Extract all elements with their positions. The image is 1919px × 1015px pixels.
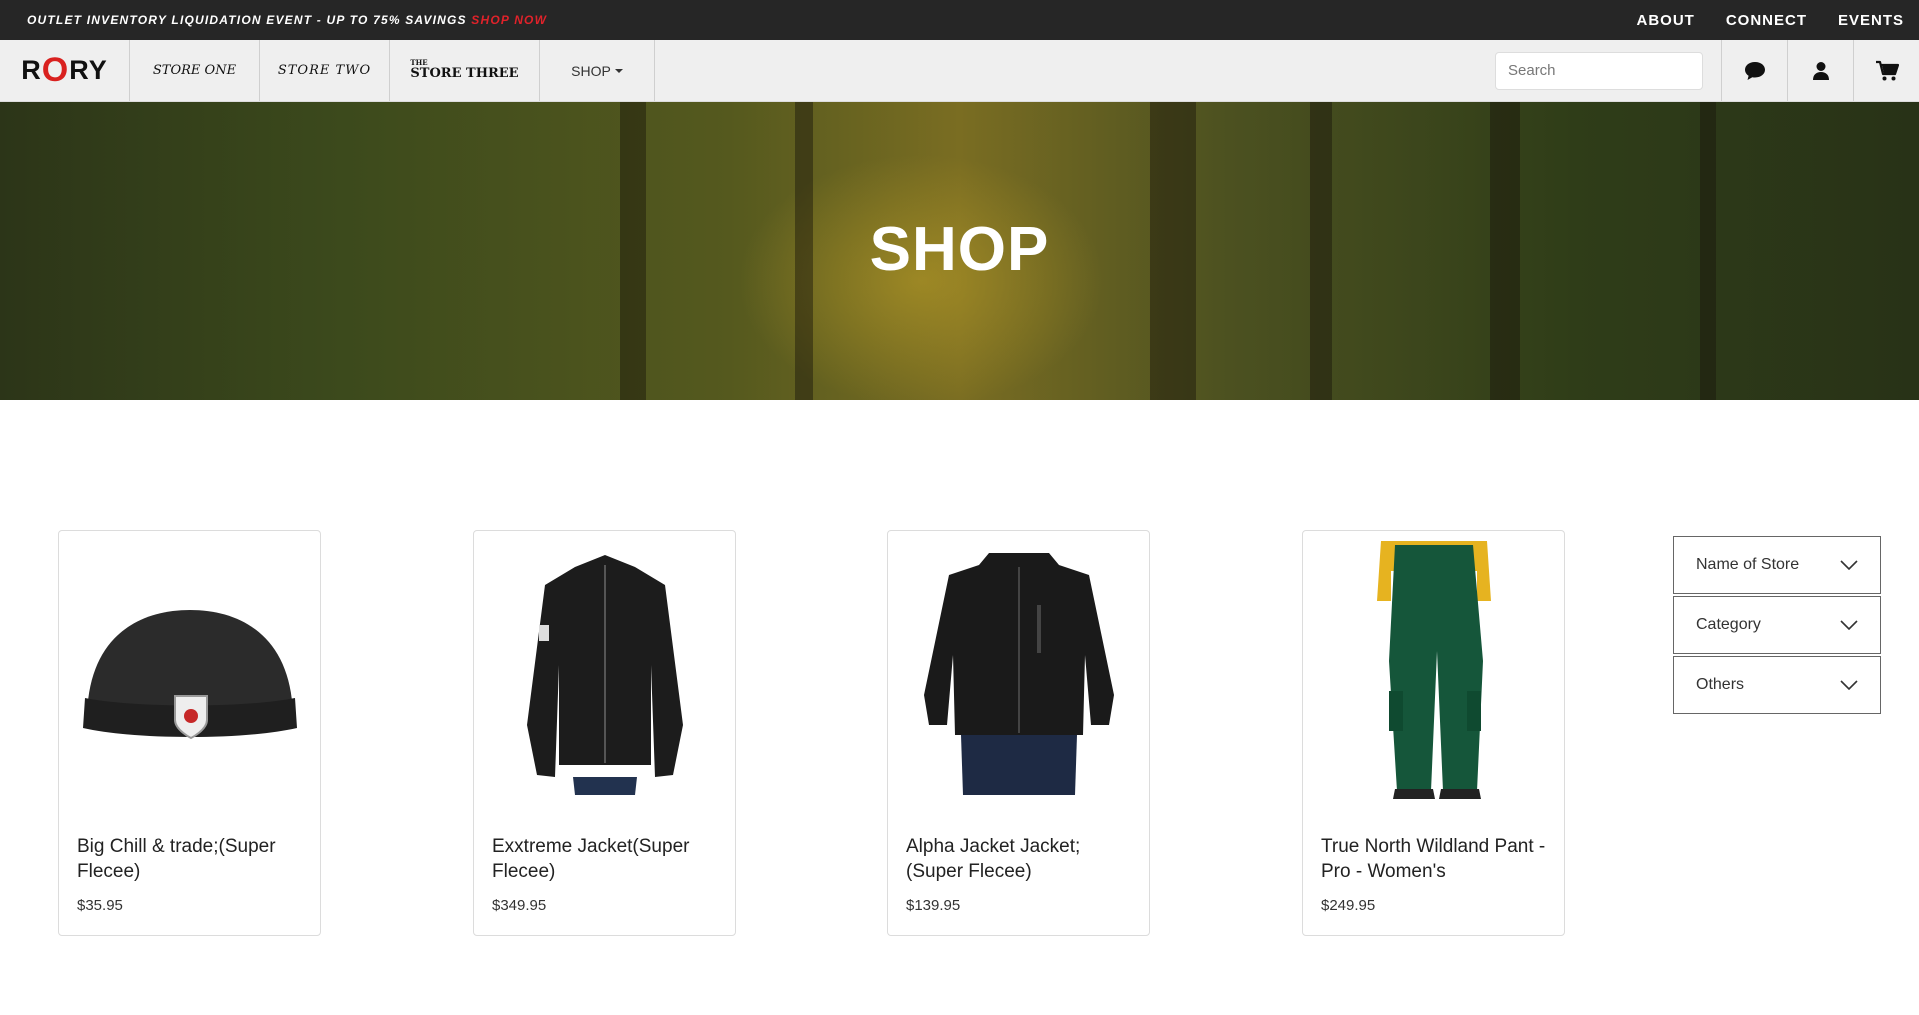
account-button[interactable] [1787,40,1853,101]
logo-letters: RY [69,55,108,85]
site-logo[interactable]: R O RY [0,40,130,101]
shop-dropdown[interactable]: SHOP [540,40,655,101]
caret-down-icon [614,68,623,73]
promo-text: OUTLET INVENTORY LIQUIDATION EVENT - UP … [27,13,467,27]
product-card[interactable]: Big Chill & trade;(Super Flecee) $35.95 [58,530,321,936]
beanie-image [82,610,297,740]
logo-accent-letter: O [41,51,70,89]
top-links: ABOUT CONNECT EVENTS [1636,12,1904,29]
user-icon [1812,61,1829,80]
product-image [898,541,1139,799]
filter-category[interactable]: Category [1673,596,1881,654]
product-card[interactable]: True North Wildland Pant - Pro - Women's… [1302,530,1565,936]
search-input[interactable] [1495,51,1703,90]
cart-icon [1875,60,1899,80]
mens-jacket-image [923,553,1114,795]
promo-message: OUTLET INVENTORY LIQUIDATION EVENT - UP … [27,13,547,27]
product-image [484,541,725,799]
pants-image [1376,541,1491,799]
hero-banner: SHOP [0,102,1919,400]
product-grid: Big Chill & trade;(Super Flecee) $35.95 … [58,530,1568,938]
cart-button[interactable] [1853,40,1919,101]
filter-panel: Name of Store Category Others [1673,536,1881,716]
connect-link[interactable]: CONNECT [1726,12,1807,29]
filter-label: Others [1696,676,1745,693]
chevron-down-icon [1840,560,1858,570]
filter-others[interactable]: Others [1673,656,1881,714]
product-name: Alpha Jacket Jacket;(Super Flecee) [906,836,1081,882]
product-image [69,541,310,799]
product-price: $349.95 [492,897,547,914]
search-container [1495,40,1721,101]
store-two-label: STORE TWO [277,63,372,78]
logo-letter: R [21,55,42,85]
product-name: Big Chill & trade;(Super Flecee) [77,836,276,882]
chat-button[interactable] [1721,40,1787,101]
store-one-link[interactable]: STORE ONE [130,40,260,101]
promo-shop-now-link[interactable]: SHOP NOW [471,13,547,27]
store-three-link[interactable]: THE STORE THREE [390,40,540,101]
product-card[interactable]: Alpha Jacket Jacket;(Super Flecee) $139.… [887,530,1150,936]
chevron-down-icon [1840,680,1858,690]
product-card[interactable]: Exxtreme Jacket(Super Flecee) $349.95 [473,530,736,936]
product-price: $249.95 [1321,897,1376,914]
main-nav: R O RY STORE ONE STORE TWO THE STORE THR… [0,40,1919,102]
product-price: $139.95 [906,897,961,914]
womens-jacket-image [526,555,683,795]
product-price: $35.95 [77,897,123,914]
store-three-label: THE STORE THREE [410,59,519,81]
about-link[interactable]: ABOUT [1636,12,1694,29]
product-image [1313,541,1554,799]
product-name: True North Wildland Pant - Pro - Women's [1321,836,1546,882]
filter-label: Category [1696,616,1761,633]
filter-name-of-store[interactable]: Name of Store [1673,536,1881,594]
chevron-down-icon [1840,620,1858,630]
shop-dropdown-label: SHOP [571,62,611,79]
store-three-name: STORE THREE [410,66,519,81]
promo-bar: OUTLET INVENTORY LIQUIDATION EVENT - UP … [0,0,1919,40]
page-title: SHOP [869,215,1050,284]
store-two-link[interactable]: STORE TWO [260,40,390,101]
filter-label: Name of Store [1696,556,1800,573]
chat-bubble-icon [1744,61,1765,80]
product-name: Exxtreme Jacket(Super Flecee) [492,836,690,882]
store-one-label: STORE ONE [152,63,237,78]
events-link[interactable]: EVENTS [1838,12,1904,29]
